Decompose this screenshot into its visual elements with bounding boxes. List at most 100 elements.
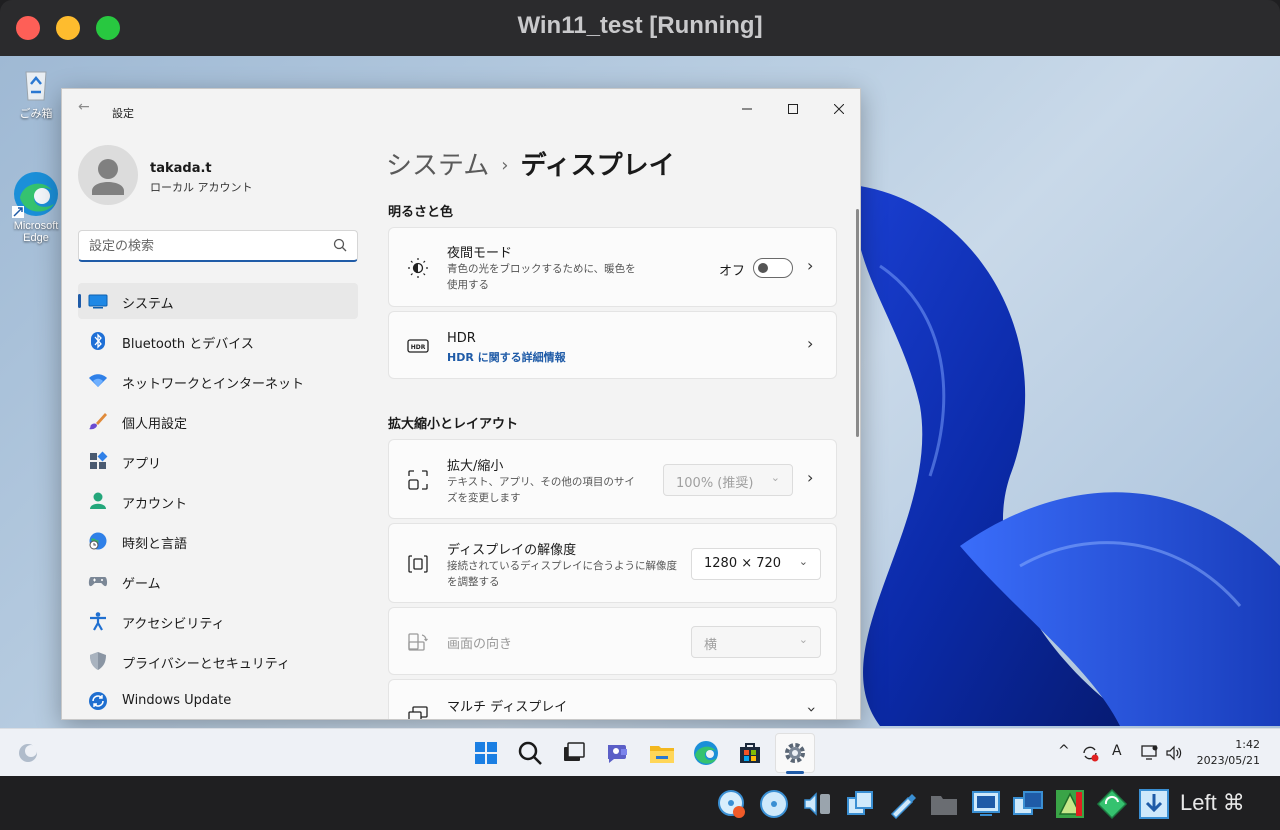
ime-indicator[interactable]: A [1112, 743, 1122, 759]
audio-icon[interactable] [802, 788, 834, 820]
orientation-value: 横 [704, 638, 718, 653]
nav-item-privacy[interactable]: プライバシーとセキュリティ [78, 643, 358, 679]
nav-label: アカウント [122, 497, 188, 512]
file-explorer-icon[interactable] [648, 739, 676, 767]
network-adapter-icon[interactable] [844, 788, 876, 820]
user-account-type: ローカル アカウント [150, 181, 253, 194]
gamepad-icon [88, 577, 108, 587]
nav-item-windows-update[interactable]: Windows Update [78, 683, 358, 719]
hard-disk-icon[interactable] [716, 788, 748, 820]
apps-icon [90, 451, 108, 469]
scale-icon [408, 470, 428, 490]
clock-time: 1:42 [1235, 738, 1260, 751]
usb-icon[interactable] [886, 788, 918, 820]
night-light-icon [408, 258, 428, 278]
edge-taskbar-icon[interactable] [692, 739, 720, 767]
settings-window-title: 設定 [112, 107, 134, 120]
avatar[interactable] [78, 145, 138, 205]
nav-label: プライバシーとセキュリティ [122, 657, 290, 672]
chevron-right-icon[interactable]: › [807, 256, 813, 275]
mouse-integration-icon[interactable] [1096, 788, 1128, 820]
chevron-down-icon[interactable]: › [803, 706, 822, 712]
breadcrumb-separator: › [501, 155, 509, 176]
settings-gear-icon[interactable] [781, 739, 809, 767]
night-light-card[interactable]: 夜間モード 青色の光をブロックするために、暖色を使用する オフ › [388, 227, 837, 307]
orientation-dropdown[interactable]: 横 ⌄ [691, 626, 821, 658]
windows-update-icon [89, 692, 107, 710]
hdr-icon: HDR [407, 339, 429, 353]
network-icon[interactable] [1140, 743, 1160, 763]
nav-item-network[interactable]: ネットワークとインターネット [78, 363, 358, 399]
recycle-bin-label: ごみ箱 [19, 108, 53, 120]
scale-dropdown[interactable]: 100% (推奨) ⌄ [663, 464, 793, 496]
accessibility-icon [90, 612, 106, 631]
scale-title: 拡大/縮小 [447, 459, 504, 474]
orientation-title: 画面の向き [447, 637, 513, 652]
sync-icon[interactable] [1080, 743, 1100, 763]
scale-card[interactable]: 拡大/縮小 テキスト、アプリ、その他の項目のサイズを変更します 100% (推奨… [388, 439, 837, 519]
chevron-down-icon: ⌄ [798, 633, 808, 646]
display-icon[interactable] [970, 788, 1002, 820]
download-icon[interactable] [1138, 788, 1170, 820]
svg-text:HDR: HDR [411, 344, 426, 351]
desktop-recycle-bin[interactable]: ごみ箱 [6, 64, 66, 120]
search-input[interactable] [89, 237, 319, 255]
chevron-right-icon[interactable]: › [807, 334, 813, 353]
video-capture-icon[interactable] [1012, 788, 1044, 820]
nav-item-apps[interactable]: アプリ [78, 443, 358, 479]
nav-item-accessibility[interactable]: アクセシビリティ [78, 603, 358, 639]
back-arrow-icon[interactable]: ← [78, 99, 90, 115]
multi-display-icon [408, 706, 428, 719]
nav-item-accounts[interactable]: アカウント [78, 483, 358, 519]
breadcrumb-parent[interactable]: システム [386, 151, 489, 181]
nav-item-gaming[interactable]: ゲーム [78, 563, 358, 599]
shared-folder-icon[interactable] [928, 788, 960, 820]
minimize-icon [742, 108, 752, 110]
nav-label: システム [122, 297, 174, 312]
virtualization-icon[interactable] [1054, 788, 1086, 820]
shield-icon [90, 652, 106, 670]
desktop-edge[interactable]: Microsoft Edge [6, 170, 66, 244]
clock[interactable]: 1:42 2023/05/21 [1196, 737, 1260, 769]
hdr-title: HDR [447, 331, 476, 346]
nav-label: 個人用設定 [122, 417, 188, 432]
settings-search[interactable] [78, 230, 358, 262]
start-icon[interactable] [472, 739, 500, 767]
nav-item-system[interactable]: システム [78, 283, 358, 319]
nav-label: ゲーム [122, 577, 161, 592]
resolution-dropdown[interactable]: 1280 × 720 ⌄ [691, 548, 821, 580]
nav-item-personalization[interactable]: 個人用設定 [78, 403, 358, 439]
settings-window: ← 設定 takada.t ローカル アカウント システム [61, 88, 861, 720]
resolution-card[interactable]: ディスプレイの解像度 接続されているディスプレイに合うように解像度を調整する 1… [388, 523, 837, 603]
task-view-icon[interactable] [560, 739, 588, 767]
brush-icon [89, 413, 107, 430]
night-light-title: 夜間モード [447, 246, 513, 261]
weather-icon[interactable] [14, 739, 42, 767]
orientation-card[interactable]: 画面の向き 横 ⌄ [388, 607, 837, 675]
nav-label: アプリ [122, 457, 162, 472]
nav-item-time-language[interactable]: 時刻と言語 [78, 523, 358, 559]
hdr-card[interactable]: HDR HDR HDR に関する詳細情報 › [388, 311, 837, 379]
hdr-learn-more-link[interactable]: HDR に関する詳細情報 [447, 349, 566, 365]
multi-display-card[interactable]: マルチ ディスプレイ › [388, 679, 837, 719]
store-icon[interactable] [736, 739, 764, 767]
chevron-up-icon[interactable]: ^ [1058, 743, 1070, 759]
host-titlebar: Win11_test [Running] [0, 0, 1280, 56]
nav-label: アクセシビリティ [122, 617, 225, 632]
chevron-right-icon[interactable]: › [807, 468, 813, 487]
optical-drive-icon[interactable] [758, 788, 790, 820]
maximize-button[interactable] [770, 95, 816, 125]
volume-icon[interactable] [1164, 743, 1184, 763]
close-button[interactable] [816, 95, 860, 125]
chat-icon[interactable] [604, 739, 632, 767]
settings-nav: システム Bluetooth とデバイス ネットワークとインターネット 個人用設… [78, 283, 358, 719]
nav-item-bluetooth[interactable]: Bluetooth とデバイス [78, 323, 358, 359]
clock-date: 2023/05/21 [1196, 754, 1260, 767]
nav-label: 時刻と言語 [122, 537, 188, 552]
night-light-toggle[interactable] [753, 258, 793, 278]
scrollbar[interactable] [856, 209, 859, 437]
minimize-button[interactable] [724, 95, 770, 125]
maximize-icon [788, 104, 798, 114]
active-app-underline [786, 771, 804, 774]
search-icon[interactable] [516, 739, 544, 767]
